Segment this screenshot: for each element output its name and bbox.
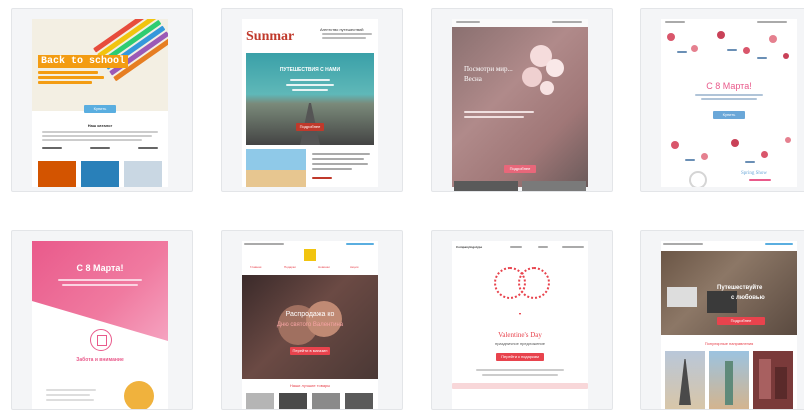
hero-image: Back to school (32, 19, 168, 111)
photo-strip (454, 181, 518, 191)
template-preview: Companylogotype Valentine's Day празднич… (452, 241, 588, 409)
buy-button[interactable]: Купить (713, 111, 745, 119)
hero-title-line1: Распродажа ко (285, 311, 335, 318)
hero-subtitle: праздничное предложение (495, 341, 545, 346)
product-image (312, 393, 340, 409)
nav-item[interactable]: Акции (350, 265, 358, 269)
details-button[interactable]: Подробнее (296, 123, 324, 131)
template-card-valentines-day[interactable]: Companylogotype Valentine's Day празднич… (431, 230, 613, 410)
hero-title-line1: Посмотри мир... (464, 65, 513, 73)
template-card-sale[interactable]: Главная Подарки Новинки Акции Распродажа… (221, 230, 403, 410)
product-image (345, 393, 373, 409)
hero-title-line1: Путешествуйте (717, 285, 763, 291)
product-image (279, 393, 307, 409)
beach-image (246, 149, 306, 187)
hero-title-line2: Дню святого Валентина (276, 322, 344, 328)
hero-title: С 8 Марта! (706, 81, 752, 91)
template-card-spring[interactable]: Посмотри мир... Весна Подробнее (431, 8, 613, 192)
template-card-march-8-pink[interactable]: С 8 Марта! Забота и внимание (11, 230, 193, 410)
template-card-back-to-school[interactable]: Back to school Купить Наш каталог (11, 8, 193, 192)
hero-title: Back to school (38, 55, 129, 68)
product-image (81, 161, 119, 187)
eiffel-tower-image (665, 351, 705, 409)
nav-item[interactable]: Главная (250, 265, 261, 269)
hero-title: ПУТЕШЕСТВИЯ С НАМИ (279, 67, 341, 73)
nav-item[interactable]: Новинки (318, 265, 330, 269)
details-button[interactable]: Подробнее (717, 317, 765, 325)
statue-of-liberty-image (709, 351, 749, 409)
wreath-icon (689, 171, 707, 187)
template-preview: Путешествуйте с любовью Подробнее Популя… (661, 241, 797, 409)
gifts-button[interactable]: Перейти к подаркам (496, 353, 544, 361)
city-image (753, 351, 793, 409)
agency-name: Агентство путешествий (320, 27, 364, 32)
product-image (246, 393, 274, 409)
brand-logo: Sunmar (246, 29, 295, 44)
logo-icon (304, 249, 316, 261)
section-title: Наш каталог (87, 123, 113, 128)
template-preview: С 8 Марта! Забота и внимание (32, 241, 168, 409)
nav-item[interactable]: Подарки (284, 265, 296, 269)
template-preview: С 8 Марта! Купить Spring Show (661, 19, 797, 187)
product-image (38, 161, 76, 187)
hero-title: С 8 Марта! (76, 263, 124, 273)
hero-title-line2: Весна (464, 75, 482, 83)
photo-strip (522, 181, 586, 191)
hero-image: ПУТЕШЕСТВИЯ С НАМИ Подробнее (246, 53, 374, 145)
template-preview: Sunmar Агентство путешествий ПУТЕШЕСТВИЯ… (242, 19, 378, 187)
hero-image: Распродажа ко Дню святого Валентина Пере… (242, 275, 378, 379)
hero-image: Посмотри мир... Весна Подробнее (452, 27, 588, 187)
company-logo: Companylogotype (456, 245, 483, 249)
template-preview: Посмотри мир... Весна Подробнее (452, 19, 588, 187)
footer-title: Spring Show (741, 171, 767, 176)
heart-illustration (490, 263, 550, 319)
shop-button[interactable]: Перейти в магазин (290, 347, 330, 355)
buy-button[interactable]: Купить (84, 105, 116, 113)
template-card-summar-travel[interactable]: Sunmar Агентство путешествий ПУТЕШЕСТВИЯ… (221, 8, 403, 192)
section-title: Популярные направления (704, 341, 754, 346)
floral-pattern (661, 27, 797, 67)
template-card-march-8-floral[interactable]: С 8 Марта! Купить Spring Show (640, 8, 804, 192)
template-card-travel-love[interactable]: Путешествуйте с любовью Подробнее Популя… (640, 230, 804, 410)
product-image (124, 161, 162, 187)
template-preview: Back to school Купить Наш каталог (32, 19, 168, 187)
template-preview: Главная Подарки Новинки Акции Распродажа… (242, 241, 378, 409)
hero-title-line2: с любовью (731, 295, 765, 301)
gift-icon (90, 329, 112, 351)
section-title: Наши лучшие товары (289, 383, 331, 388)
hero-title: Valentine's Day (498, 331, 542, 339)
hero-banner (32, 241, 168, 341)
details-button[interactable]: Подробнее (504, 165, 536, 173)
floral-pattern (661, 133, 797, 167)
bunny-illustration (124, 381, 154, 409)
hero-image: Путешествуйте с любовью Подробнее (661, 251, 797, 335)
section-title: Забота и внимание (76, 357, 124, 363)
